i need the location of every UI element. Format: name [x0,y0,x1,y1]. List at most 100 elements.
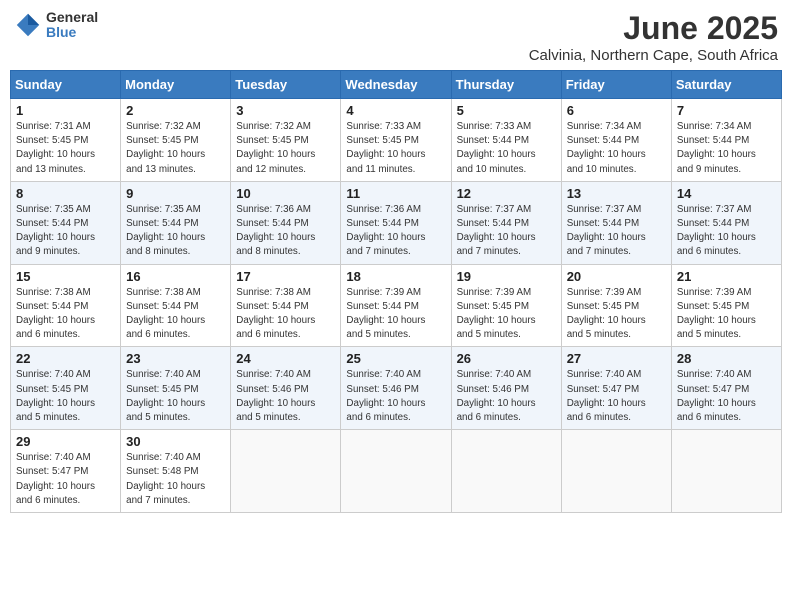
day-number: 29 [16,434,115,449]
calendar-cell: 24Sunrise: 7:40 AM Sunset: 5:46 PM Dayli… [231,347,341,430]
day-number: 25 [346,351,445,366]
day-number: 5 [457,103,556,118]
calendar-cell [341,430,451,513]
calendar-cell: 16 Sunrise: 7:38 AM Sunset: 5:44 PM Dayli… [121,264,231,347]
logo-text: General Blue [46,10,98,41]
day-number: 11 [346,186,445,201]
day-number: 7 [677,103,776,118]
weekday-header: Thursday [451,71,561,99]
day-info: Sunrise: 7:40 AM Sunset: 5:48 PM Dayligh… [126,451,225,508]
calendar-cell: 23Sunrise: 7:40 AM Sunset: 5:45 PM Dayli… [121,347,231,430]
calendar-cell: 2Sunrise: 7:32 AM Sunset: 5:45 PM Daylig… [121,99,231,182]
day-info: Sunrise: 7:36 AM Sunset: 5:44 PM Dayligh… [346,203,445,260]
calendar-cell: 13Sunrise: 7:37 AM Sunset: 5:44 PM Dayli… [561,181,671,264]
day-info: Sunrise: 7:39 AM Sunset: 5:45 PM Dayligh… [677,286,776,343]
calendar-cell: 8 Sunrise: 7:35 AM Sunset: 5:44 PM Daylig… [11,181,121,264]
day-number: 20 [567,269,666,284]
day-info: Sunrise: 7:36 AM Sunset: 5:44 PM Dayligh… [236,203,335,260]
day-info: Sunrise: 7:37 AM Sunset: 5:44 PM Dayligh… [567,203,666,260]
day-info: Sunrise: 7:38 AM Sunset: 5:44 PM Dayligh… [236,286,335,343]
day-info: Sunrise: 7:39 AM Sunset: 5:44 PM Dayligh… [346,286,445,343]
calendar-cell: 5 Sunrise: 7:33 AM Sunset: 5:44 PM Daylig… [451,99,561,182]
logo-blue: Blue [46,25,98,40]
calendar-cell: 25 Sunrise: 7:40 AM Sunset: 5:46 PM Dayli… [341,347,451,430]
logo-icon [14,11,42,39]
weekday-header: Friday [561,71,671,99]
day-info: Sunrise: 7:40 AM Sunset: 5:47 PM Dayligh… [567,368,666,425]
day-info: Sunrise: 7:40 AM Sunset: 5:47 PM Dayligh… [677,368,776,425]
day-number: 12 [457,186,556,201]
weekday-header: Saturday [671,71,781,99]
day-number: 27 [567,351,666,366]
day-number: 8 [16,186,115,201]
calendar-cell [231,430,341,513]
day-info: Sunrise: 7:37 AM Sunset: 5:44 PM Dayligh… [457,203,556,260]
calendar-header-row: SundayMondayTuesdayWednesdayThursdayFrid… [11,71,782,99]
weekday-header: Wednesday [341,71,451,99]
calendar-cell [561,430,671,513]
weekday-header: Monday [121,71,231,99]
day-number: 21 [677,269,776,284]
day-info: Sunrise: 7:35 AM Sunset: 5:44 PM Dayligh… [16,203,115,260]
day-number: 16 [126,269,225,284]
day-info: Sunrise: 7:35 AM Sunset: 5:44 PM Dayligh… [126,203,225,260]
calendar-cell: 4Sunrise: 7:33 AM Sunset: 5:45 PM Daylig… [341,99,451,182]
day-info: Sunrise: 7:40 AM Sunset: 5:45 PM Dayligh… [16,368,115,425]
calendar-cell [671,430,781,513]
day-info: Sunrise: 7:32 AM Sunset: 5:45 PM Dayligh… [236,120,335,177]
day-number: 3 [236,103,335,118]
location-title: Calvinia, Northern Cape, South Africa [529,47,778,64]
day-info: Sunrise: 7:40 AM Sunset: 5:46 PM Dayligh… [346,368,445,425]
calendar-cell: 7 Sunrise: 7:34 AM Sunset: 5:44 PM Daylig… [671,99,781,182]
calendar-table: SundayMondayTuesdayWednesdayThursdayFrid… [10,70,782,513]
day-number: 23 [126,351,225,366]
day-number: 4 [346,103,445,118]
day-info: Sunrise: 7:40 AM Sunset: 5:46 PM Dayligh… [236,368,335,425]
calendar-week-row: 22Sunrise: 7:40 AM Sunset: 5:45 PM Dayli… [11,347,782,430]
day-number: 14 [677,186,776,201]
day-info: Sunrise: 7:39 AM Sunset: 5:45 PM Dayligh… [567,286,666,343]
day-info: Sunrise: 7:38 AM Sunset: 5:44 PM Dayligh… [126,286,225,343]
title-area: June 2025 Calvinia, Northern Cape, South… [529,10,778,64]
day-number: 9 [126,186,225,201]
calendar-cell: 6Sunrise: 7:34 AM Sunset: 5:44 PM Daylig… [561,99,671,182]
calendar-cell: 17 Sunrise: 7:38 AM Sunset: 5:44 PM Dayli… [231,264,341,347]
day-info: Sunrise: 7:40 AM Sunset: 5:46 PM Dayligh… [457,368,556,425]
weekday-header: Tuesday [231,71,341,99]
calendar-cell: 22Sunrise: 7:40 AM Sunset: 5:45 PM Dayli… [11,347,121,430]
calendar-cell: 18 Sunrise: 7:39 AM Sunset: 5:44 PM Dayli… [341,264,451,347]
day-number: 19 [457,269,556,284]
calendar-cell: 19 Sunrise: 7:39 AM Sunset: 5:45 PM Dayli… [451,264,561,347]
day-info: Sunrise: 7:40 AM Sunset: 5:47 PM Dayligh… [16,451,115,508]
day-info: Sunrise: 7:31 AM Sunset: 5:45 PM Dayligh… [16,120,115,177]
calendar-cell: 1Sunrise: 7:31 AM Sunset: 5:45 PM Daylig… [11,99,121,182]
month-title: June 2025 [529,10,778,47]
weekday-header: Sunday [11,71,121,99]
calendar-week-row: 15Sunrise: 7:38 AM Sunset: 5:44 PM Dayli… [11,264,782,347]
day-info: Sunrise: 7:37 AM Sunset: 5:44 PM Dayligh… [677,203,776,260]
day-number: 2 [126,103,225,118]
calendar-cell: 3 Sunrise: 7:32 AM Sunset: 5:45 PM Daylig… [231,99,341,182]
day-number: 26 [457,351,556,366]
calendar-cell: 15Sunrise: 7:38 AM Sunset: 5:44 PM Dayli… [11,264,121,347]
calendar-cell: 12 Sunrise: 7:37 AM Sunset: 5:44 PM Dayli… [451,181,561,264]
day-number: 30 [126,434,225,449]
day-info: Sunrise: 7:39 AM Sunset: 5:45 PM Dayligh… [457,286,556,343]
logo: General Blue [14,10,98,41]
calendar-cell: 21 Sunrise: 7:39 AM Sunset: 5:45 PM Dayli… [671,264,781,347]
calendar-cell: 20 Sunrise: 7:39 AM Sunset: 5:45 PM Dayli… [561,264,671,347]
calendar-week-row: 29 Sunrise: 7:40 AM Sunset: 5:47 PM Dayli… [11,430,782,513]
header: General Blue June 2025 Calvinia, Norther… [10,10,782,64]
day-number: 17 [236,269,335,284]
calendar-week-row: 8 Sunrise: 7:35 AM Sunset: 5:44 PM Daylig… [11,181,782,264]
day-number: 18 [346,269,445,284]
calendar-cell: 30 Sunrise: 7:40 AM Sunset: 5:48 PM Dayli… [121,430,231,513]
calendar-cell: 10Sunrise: 7:36 AM Sunset: 5:44 PM Dayli… [231,181,341,264]
day-info: Sunrise: 7:33 AM Sunset: 5:44 PM Dayligh… [457,120,556,177]
day-info: Sunrise: 7:34 AM Sunset: 5:44 PM Dayligh… [677,120,776,177]
day-info: Sunrise: 7:34 AM Sunset: 5:44 PM Dayligh… [567,120,666,177]
calendar-cell: 9 Sunrise: 7:35 AM Sunset: 5:44 PM Daylig… [121,181,231,264]
day-info: Sunrise: 7:38 AM Sunset: 5:44 PM Dayligh… [16,286,115,343]
calendar-cell: 11 Sunrise: 7:36 AM Sunset: 5:44 PM Dayli… [341,181,451,264]
calendar-cell: 14 Sunrise: 7:37 AM Sunset: 5:44 PM Dayli… [671,181,781,264]
